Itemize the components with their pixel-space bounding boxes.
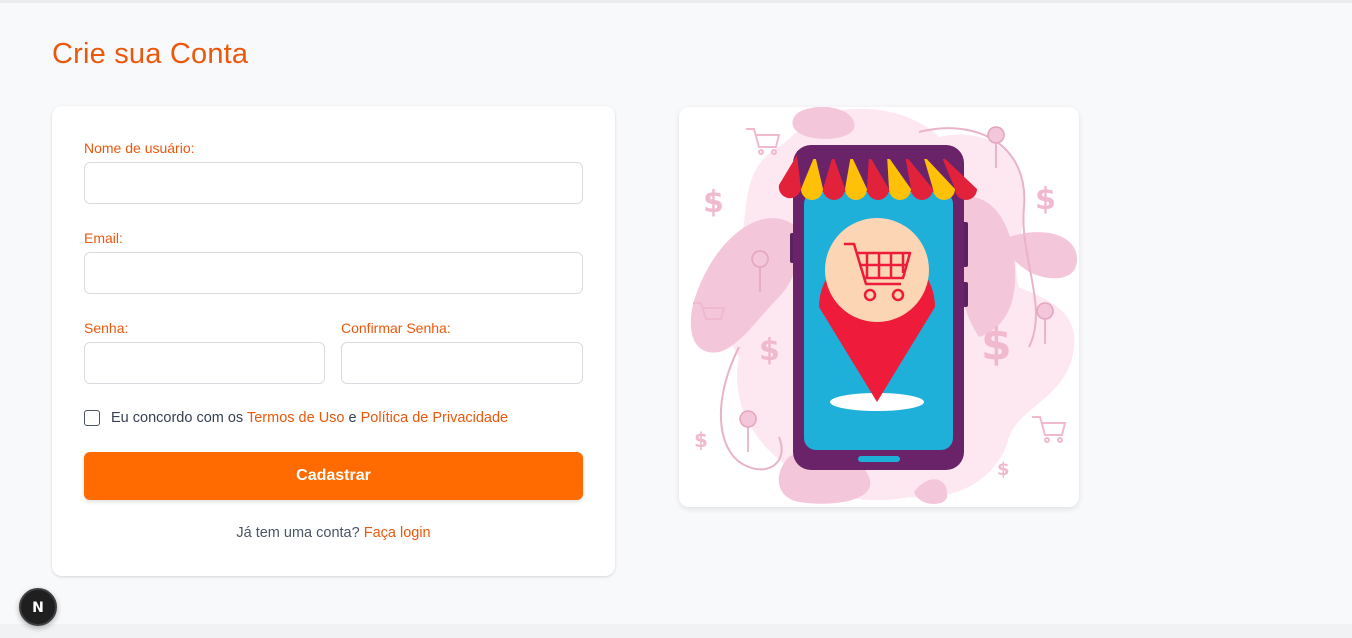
terms-prefix: Eu concordo com os — [111, 410, 244, 426]
terms-checkbox[interactable] — [84, 410, 100, 426]
confirm-password-label: Confirmar Senha: — [341, 320, 451, 336]
page-title: Crie sua Conta — [52, 38, 249, 70]
terms-conjunction: e — [348, 410, 357, 426]
svg-text:$: $ — [981, 319, 1012, 370]
terms-of-use-link[interactable]: Termos de Uso — [247, 410, 345, 426]
illustration-card: $ $ $ $ $ $ — [679, 107, 1079, 507]
bottom-band — [0, 624, 1352, 638]
terms-row: Eu concordo com os Termos de Uso e Polít… — [84, 409, 508, 427]
storefront-phone-icon — [778, 145, 977, 470]
email-label: Email: — [84, 230, 123, 246]
username-label: Nome de usuário: — [84, 140, 195, 156]
shopping-illustration: $ $ $ $ $ $ — [690, 107, 1078, 504]
terms-text: Eu concordo com os Termos de Uso e Polít… — [111, 410, 508, 426]
username-input[interactable] — [84, 162, 583, 204]
privacy-policy-link[interactable]: Política de Privacidade — [361, 410, 509, 426]
confirm-password-input[interactable] — [341, 342, 583, 384]
login-link[interactable]: Faça login — [364, 525, 431, 541]
login-prompt: Já tem uma conta? — [236, 525, 360, 541]
svg-text:$: $ — [1035, 182, 1056, 217]
svg-text:$: $ — [703, 185, 724, 220]
nextjs-dev-badge[interactable]: N — [19, 588, 57, 626]
svg-text:$: $ — [997, 459, 1010, 480]
email-input[interactable] — [84, 252, 583, 294]
svg-text:$: $ — [694, 428, 708, 452]
badge-letter: N — [32, 600, 44, 616]
login-row: Já tem uma conta? Faça login — [84, 525, 583, 541]
password-label: Senha: — [84, 320, 129, 336]
nextjs-logo-icon: N — [32, 600, 44, 616]
svg-text:$: $ — [759, 333, 780, 368]
password-input[interactable] — [84, 342, 325, 384]
submit-button[interactable]: Cadastrar — [84, 452, 583, 500]
top-border — [0, 0, 1352, 3]
signup-form-card: Nome de usuário: Email: Senha: Confirmar… — [52, 106, 615, 576]
